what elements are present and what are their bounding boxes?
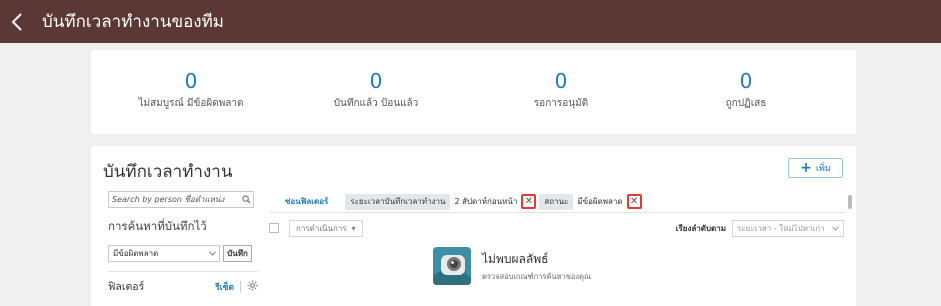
search-icon[interactable] — [239, 195, 253, 204]
saved-search-value: มีข้อผิดพลาด — [113, 249, 159, 258]
divider — [240, 280, 241, 293]
filter-chip-key: ระยะเวลาบันทึกเวลาทำงาน — [345, 193, 451, 210]
stat-label: รอการอนุมัติ — [533, 98, 589, 109]
filter-chip-value: มีข้อผิดพลาด — [577, 197, 623, 206]
select-all-checkbox[interactable] — [269, 223, 279, 233]
gear-icon[interactable] — [247, 279, 258, 294]
caret-down-icon: ▾ — [351, 223, 356, 233]
binoculars-icon — [433, 247, 471, 285]
filters-label: ฟิลเตอร์ — [108, 281, 145, 293]
chevron-down-icon — [209, 249, 216, 258]
empty-subtitle: ตรวจสอบเกณฑ์การค้นหาของคุณ — [482, 271, 591, 281]
remove-filter-close-icon[interactable]: ✕ — [521, 194, 537, 209]
stat-incomplete[interactable]: 0 ไม่สมบูรณ์ มีข้อผิดพลาด — [111, 70, 271, 111]
scrollbar[interactable] — [848, 195, 852, 209]
action-bar: การดำเนินการ ▾ เรียงลำดับตาม ระยะเวลา - … — [269, 219, 844, 237]
stat-value: 0 — [554, 69, 568, 93]
plus-icon: + — [800, 160, 812, 176]
filter-bar: ซ่อนฟิลเตอร์ ระยะเวลาบันทึกเวลาทำงาน 2 ส… — [269, 191, 852, 213]
stat-value: 0 — [184, 69, 198, 93]
chevron-left-icon — [11, 12, 22, 31]
saved-search-select[interactable]: มีข้อผิดพลาด — [108, 245, 220, 262]
sort-label: เรียงลำดับตาม — [675, 223, 726, 233]
empty-title: ไม่พบผลลัพธ์ — [482, 251, 549, 266]
sort-value: ระยะเวลา - ใหม่ไปหาเก่า — [737, 223, 825, 233]
page-title: บันทึกเวลาทำงานของทีม — [42, 12, 224, 32]
add-button[interactable]: + เพิ่ม — [788, 158, 843, 178]
add-button-label: เพิ่ม — [815, 164, 831, 174]
search-input[interactable]: Search by person ชื่อตำแหน่ง — [108, 191, 254, 208]
top-bar: บันทึกเวลาทำงานของทีม — [0, 0, 941, 43]
stat-label: บันทึกแล้ว ป้อนแล้ว — [333, 98, 419, 109]
hide-filters-link[interactable]: ซ่อนฟิลเตอร์ — [285, 195, 328, 208]
empty-state: ไม่พบผลลัพธ์ ตรวจสอบเกณฑ์การค้นหาของคุณ — [432, 246, 591, 286]
saved-search-row: มีข้อผิดพลาด บันทึก — [108, 245, 258, 262]
section-title: บันทึกเวลาทำงาน — [103, 162, 233, 182]
stat-label: ถูกปฏิเสธ — [725, 98, 767, 109]
back-button[interactable] — [0, 0, 34, 43]
filters-header: ฟิลเตอร์ รีเซ็ต — [108, 271, 258, 295]
stat-value: 0 — [739, 69, 753, 93]
stat-pending[interactable]: 0 รอการอนุมัติ — [481, 70, 641, 111]
stat-label: ไม่สมบูรณ์ มีข้อผิดพลาด — [138, 98, 244, 109]
remove-filter-close-icon[interactable]: ✕ — [626, 194, 642, 209]
sort-select[interactable]: ระยะเวลา - ใหม่ไปหาเก่า — [732, 219, 844, 237]
chevron-down-icon — [832, 224, 839, 233]
empty-text: ไม่พบผลลัพธ์ ตรวจสอบเกณฑ์การค้นหาของคุณ — [482, 250, 591, 283]
timecards-card: บันทึกเวลาทำงาน + เพิ่ม Search by person… — [91, 146, 856, 306]
save-search-button[interactable]: บันทึก — [223, 245, 252, 262]
saved-searches-label: การค้นหาที่บันทึกไว้ — [108, 219, 207, 233]
reset-link[interactable]: รีเซ็ต — [215, 280, 234, 294]
stat-entered[interactable]: 0 บันทึกแล้ว ป้อนแล้ว — [296, 70, 456, 111]
left-panel: Search by person ชื่อตำแหน่ง การค้นหาที่… — [108, 191, 258, 295]
stat-rejected[interactable]: 0 ถูกปฏิเสธ — [666, 70, 826, 111]
stat-value: 0 — [369, 69, 383, 93]
search-placeholder: Search by person ชื่อตำแหน่ง — [112, 195, 225, 204]
filter-chip-value: 2 สัปดาห์ก่อนหน้า — [454, 197, 518, 206]
actions-label: การดำเนินการ — [296, 223, 347, 233]
filter-chip-key: สถานะ — [539, 193, 574, 210]
summary-card: 0 ไม่สมบูรณ์ มีข้อผิดพลาด 0 บันทึกแล้ว ป… — [91, 50, 856, 134]
actions-menu-button[interactable]: การดำเนินการ ▾ — [289, 219, 363, 237]
